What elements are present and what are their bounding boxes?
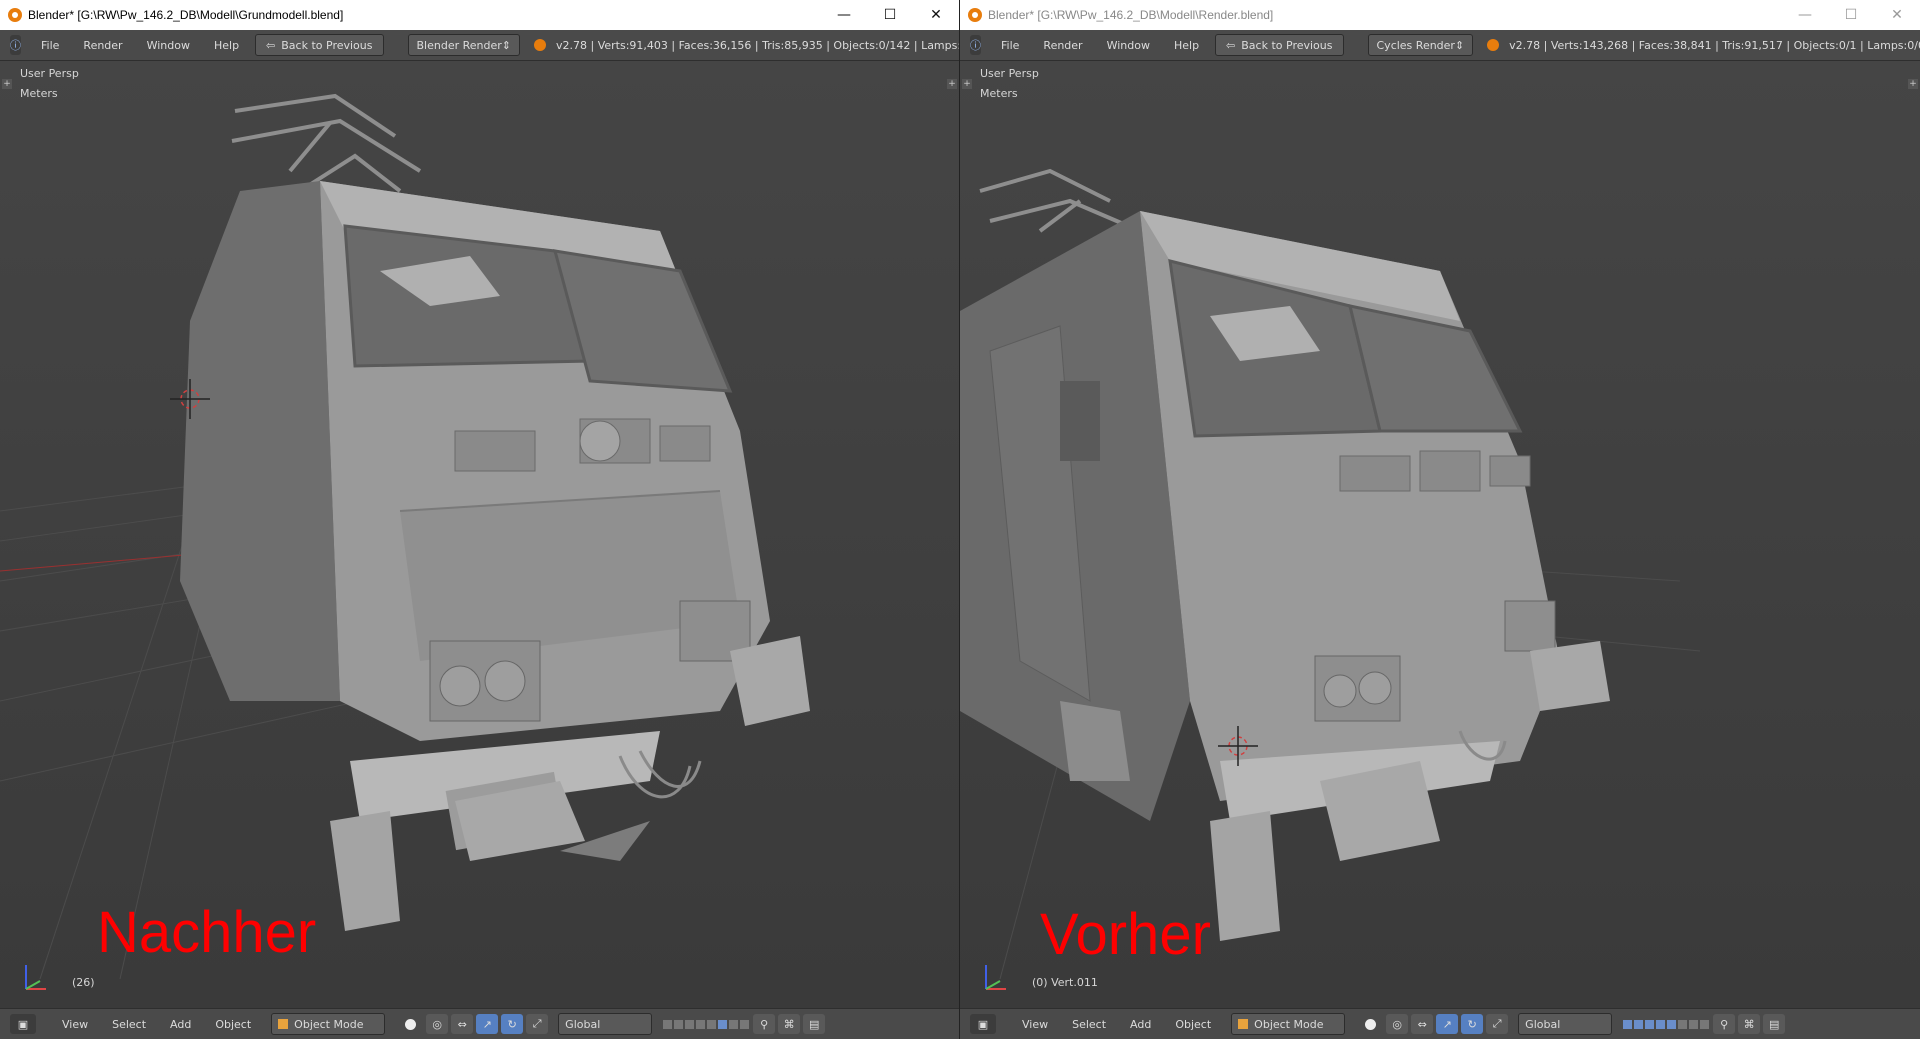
blender-logo-icon — [968, 8, 982, 22]
blender-logo-icon — [1487, 39, 1500, 51]
object-mode-icon — [278, 1019, 289, 1029]
snap-icon[interactable]: ⌘ — [778, 1014, 801, 1034]
scale-icon[interactable]: ⤢ — [1486, 1014, 1509, 1034]
frame-info: (0) Vert.011 — [1032, 976, 1098, 989]
info-header: ⓘ File Render Window Help ⇦ Back to Previ… — [960, 30, 1920, 61]
render-icon[interactable]: ▤ — [803, 1014, 826, 1034]
render-engine-label: Blender Render — [416, 38, 502, 52]
rotate-icon[interactable]: ↻ — [1461, 1014, 1484, 1034]
scene-stats: v2.78 | Verts:143,268 | Faces:38,841 | T… — [1487, 39, 1920, 52]
menu-file[interactable]: File — [989, 39, 1031, 52]
blender-logo-icon — [534, 39, 546, 51]
menu-help[interactable]: Help — [202, 39, 251, 52]
pivot-icon[interactable]: ◎ — [1386, 1014, 1409, 1034]
render-icon[interactable]: ▤ — [1763, 1014, 1786, 1034]
overlay-caption: Nachher — [97, 900, 317, 965]
menu-add[interactable]: Add — [1118, 1018, 1163, 1031]
layer-buttons[interactable] — [662, 1019, 750, 1030]
cube-icon[interactable]: ▣ — [10, 1014, 36, 1034]
menu-help[interactable]: Help — [1162, 39, 1211, 52]
titlebar: Blender* [G:\RW\Pw_146.2_DB\Modell\Rende… — [960, 0, 1920, 30]
mode-label: Object Mode — [294, 1017, 364, 1031]
3d-viewport[interactable]: + + User Persp Meters — [960, 61, 1920, 1009]
blender-logo-icon — [8, 8, 22, 22]
menu-window[interactable]: Window — [1095, 39, 1162, 52]
solid-sphere-icon[interactable] — [1357, 1014, 1383, 1034]
mode-label: Object Mode — [1254, 1017, 1324, 1031]
menu-file[interactable]: File — [29, 39, 71, 52]
locomotive-model-before — [960, 168, 1701, 979]
mode-select[interactable]: Object Mode — [271, 1013, 386, 1035]
orientation-select[interactable]: Global — [558, 1013, 653, 1035]
render-engine-select[interactable]: Blender Render ⇕ — [407, 34, 520, 56]
info-icon[interactable]: ⓘ — [10, 35, 21, 55]
menu-view[interactable]: View — [50, 1018, 100, 1031]
scale-icon[interactable]: ⤢ — [526, 1014, 549, 1034]
menu-select[interactable]: Select — [1060, 1018, 1118, 1031]
menu-window[interactable]: Window — [135, 39, 202, 52]
render-engine-label: Cycles Render — [1376, 38, 1455, 52]
pivot-icon[interactable]: ◎ — [426, 1014, 449, 1034]
menu-object[interactable]: Object — [203, 1018, 263, 1031]
translate-icon[interactable]: ↗ — [1436, 1014, 1459, 1034]
frame-info: (26) — [72, 976, 95, 989]
close-icon[interactable]: ✕ — [1874, 0, 1920, 30]
minimize-icon[interactable]: — — [821, 0, 867, 30]
window-title: Blender* [G:\RW\Pw_146.2_DB\Modell\Grund… — [28, 8, 344, 22]
back-label: Back to Previous — [281, 38, 373, 52]
snap-icon[interactable]: ⌘ — [1738, 1014, 1761, 1034]
window-title: Blender* [G:\RW\Pw_146.2_DB\Modell\Rende… — [988, 8, 1274, 22]
window-controls: — ☐ ✕ — [821, 0, 959, 30]
3d-viewport[interactable]: + + User Persp Meters — [0, 61, 959, 1009]
locomotive-model-after — [0, 93, 810, 979]
back-arrow-icon: ⇦ — [1226, 38, 1236, 52]
menu-select[interactable]: Select — [100, 1018, 158, 1031]
close-icon[interactable]: ✕ — [913, 0, 959, 30]
3d-view-header: ▣ View Select Add Object Object Mode ◎ ⇔… — [960, 1008, 1920, 1039]
scene-stats: v2.78 | Verts:91,403 | Faces:36,156 | Tr… — [534, 39, 959, 52]
rotate-icon[interactable]: ↻ — [501, 1014, 524, 1034]
updown-icon: ⇕ — [501, 38, 511, 52]
manipulator-icon[interactable]: ⇔ — [451, 1014, 474, 1034]
back-arrow-icon: ⇦ — [266, 38, 276, 52]
stats-text: v2.78 | Verts:143,268 | Faces:38,841 | T… — [1509, 38, 1920, 52]
axis-gizmo-icon — [985, 965, 1006, 990]
mode-select[interactable]: Object Mode — [1231, 1013, 1346, 1035]
translate-icon[interactable]: ↗ — [476, 1014, 499, 1034]
cube-icon[interactable]: ▣ — [970, 1014, 996, 1034]
back-to-previous-button[interactable]: ⇦ Back to Previous — [255, 34, 384, 56]
menu-render[interactable]: Render — [71, 39, 134, 52]
layer-buttons[interactable] — [1622, 1019, 1710, 1030]
maximize-icon[interactable]: ☐ — [867, 0, 913, 30]
info-header: ⓘ File Render Window Help ⇦ Back to Previ… — [0, 30, 959, 61]
updown-icon: ⇕ — [1454, 38, 1465, 52]
3d-view-header: ▣ View Select Add Object Object Mode ◎ ⇔… — [0, 1008, 959, 1039]
solid-sphere-icon[interactable] — [397, 1014, 423, 1034]
orientation-select[interactable]: Global — [1518, 1013, 1613, 1035]
stats-text: v2.78 | Verts:91,403 | Faces:36,156 | Tr… — [556, 38, 959, 52]
maximize-icon[interactable]: ☐ — [1828, 0, 1874, 30]
menu-render[interactable]: Render — [1031, 39, 1094, 52]
object-mode-icon — [1238, 1019, 1249, 1029]
manipulator-icon[interactable]: ⇔ — [1411, 1014, 1434, 1034]
back-label: Back to Previous — [1241, 38, 1333, 52]
render-engine-select[interactable]: Cycles Render ⇕ — [1367, 34, 1474, 56]
lock-icon[interactable]: ⚲ — [1713, 1014, 1736, 1034]
menu-view[interactable]: View — [1010, 1018, 1060, 1031]
back-to-previous-button[interactable]: ⇦ Back to Previous — [1215, 34, 1344, 56]
menu-object[interactable]: Object — [1163, 1018, 1223, 1031]
window-controls: — ☐ ✕ — [1782, 0, 1920, 30]
lock-icon[interactable]: ⚲ — [753, 1014, 776, 1034]
overlay-caption: Vorher — [1040, 902, 1211, 967]
blender-window-left: Blender* [G:\RW\Pw_146.2_DB\Modell\Grund… — [0, 0, 960, 1039]
axis-gizmo-icon — [25, 965, 46, 990]
menu-add[interactable]: Add — [158, 1018, 203, 1031]
info-icon[interactable]: ⓘ — [970, 35, 981, 55]
blender-window-right: Blender* [G:\RW\Pw_146.2_DB\Modell\Rende… — [960, 0, 1920, 1039]
minimize-icon[interactable]: — — [1782, 0, 1828, 30]
titlebar: Blender* [G:\RW\Pw_146.2_DB\Modell\Grund… — [0, 0, 959, 30]
